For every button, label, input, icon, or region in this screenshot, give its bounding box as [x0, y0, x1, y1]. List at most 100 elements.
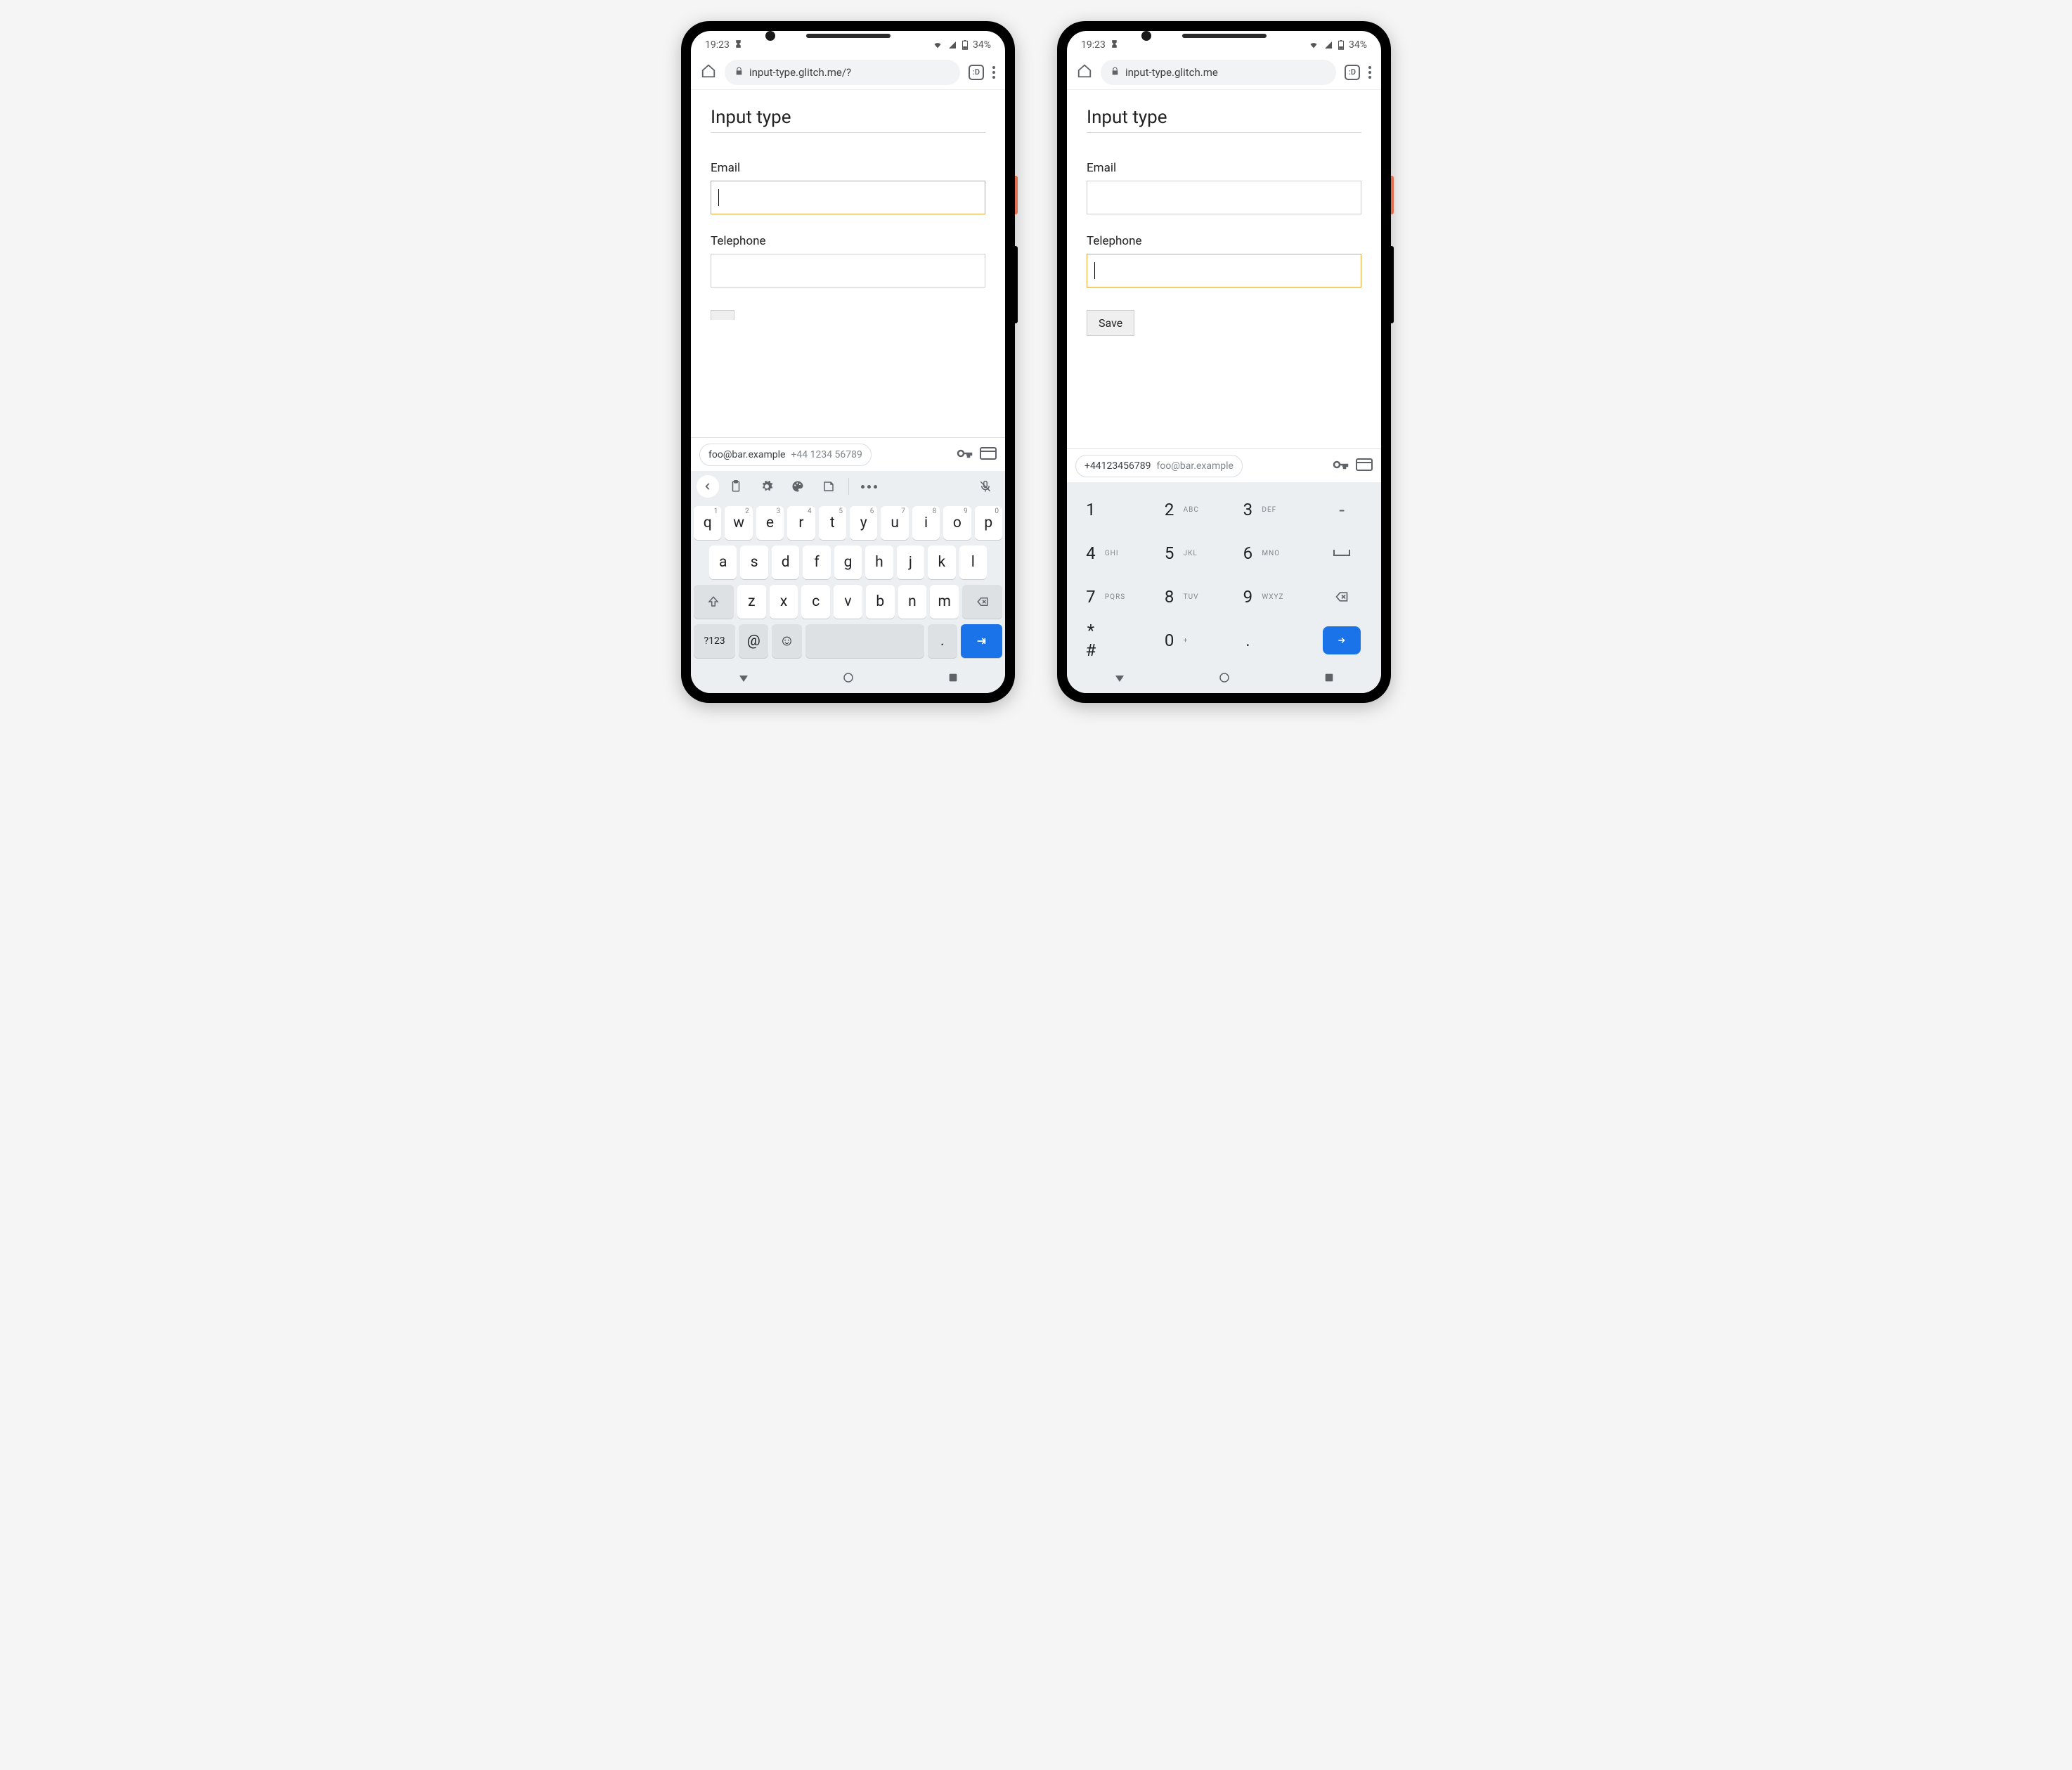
wifi-icon	[1308, 41, 1319, 49]
numkey-1[interactable]: 1	[1067, 489, 1146, 530]
clipboard-icon[interactable]	[722, 474, 750, 499]
backspace-key[interactable]	[962, 585, 1002, 619]
key-n[interactable]: n	[898, 585, 927, 619]
browser-toolbar: input-type.glitch.me :D	[1067, 55, 1381, 90]
enter-key[interactable]	[961, 624, 1002, 658]
key-o[interactable]: o9	[943, 506, 971, 540]
tab-switcher[interactable]: :D	[969, 65, 984, 80]
phone-frame-left: 19:23 34% input-type.glitch.me/? :D	[681, 21, 1015, 703]
numkey-2[interactable]: 2ABC	[1146, 489, 1224, 530]
power-button	[1391, 176, 1394, 214]
emoji-key[interactable]: ☺	[772, 624, 801, 658]
key-t[interactable]: t5	[819, 506, 846, 540]
tab-switcher[interactable]: :D	[1345, 65, 1360, 80]
space-key[interactable]	[1302, 533, 1381, 574]
numkey-8[interactable]: 8TUV	[1146, 576, 1224, 617]
autofill-suggestion[interactable]: +44123456789 foo@bar.example	[1075, 455, 1243, 477]
card-icon[interactable]	[980, 447, 997, 463]
nav-back[interactable]	[737, 671, 750, 687]
telephone-field[interactable]	[1087, 254, 1361, 288]
nav-recent[interactable]	[947, 672, 959, 686]
url-bar[interactable]: input-type.glitch.me/?	[725, 60, 960, 85]
at-key[interactable]: @	[739, 624, 768, 658]
key-f[interactable]: f	[803, 545, 830, 579]
more-icon[interactable]	[855, 474, 883, 499]
key-x[interactable]: x	[770, 585, 798, 619]
palette-icon[interactable]	[784, 474, 812, 499]
key-h[interactable]: h	[865, 545, 893, 579]
key-i[interactable]: i8	[912, 506, 940, 540]
card-icon[interactable]	[1356, 458, 1373, 474]
key-b[interactable]: b	[866, 585, 895, 619]
nav-home[interactable]	[842, 671, 855, 687]
period-key[interactable]: .	[928, 624, 957, 658]
url-text: input-type.glitch.me/?	[749, 66, 851, 79]
chevron-left-icon[interactable]	[697, 475, 719, 498]
key-j[interactable]: j	[897, 545, 924, 579]
power-button	[1015, 176, 1018, 214]
key-q[interactable]: q1	[694, 506, 721, 540]
key-y[interactable]: y6	[850, 506, 877, 540]
email-field[interactable]	[1087, 181, 1361, 214]
key-e[interactable]: e3	[756, 506, 784, 540]
mic-off-icon[interactable]	[971, 474, 999, 499]
key-u[interactable]: u7	[881, 506, 908, 540]
key-d[interactable]: d	[772, 545, 799, 579]
telephone-field[interactable]	[711, 254, 985, 288]
key-icon[interactable]	[1332, 456, 1349, 476]
sticker-icon[interactable]	[815, 474, 843, 499]
numkey-4[interactable]: 4GHI	[1067, 533, 1146, 574]
speaker-grille	[806, 34, 891, 38]
page-title: Input type	[711, 107, 985, 133]
key-r[interactable]: r4	[787, 506, 815, 540]
keyboard-toolbar	[691, 471, 1005, 502]
key-p[interactable]: p0	[975, 506, 1002, 540]
numkey-9[interactable]: 9WXYZ	[1224, 576, 1303, 617]
numkey-6[interactable]: 6MNO	[1224, 533, 1303, 574]
numkey-7[interactable]: 7PQRS	[1067, 576, 1146, 617]
space-key[interactable]	[805, 624, 924, 658]
autofill-strip: foo@bar.example +44 1234 56789	[691, 437, 1005, 471]
symbols-key[interactable]: ?123	[694, 624, 735, 658]
cell-signal-icon	[947, 41, 957, 49]
nav-home[interactable]	[1218, 671, 1231, 687]
key-g[interactable]: g	[834, 545, 862, 579]
gear-icon[interactable]	[753, 474, 781, 499]
key-z[interactable]: z	[737, 585, 766, 619]
hourglass-icon	[1110, 39, 1119, 51]
key-s[interactable]: s	[740, 545, 768, 579]
home-icon[interactable]	[701, 63, 716, 82]
autofill-primary: +44123456789	[1084, 460, 1151, 472]
key-l[interactable]: l	[959, 545, 987, 579]
numkey-0[interactable]: 0+	[1146, 620, 1224, 661]
email-field[interactable]	[711, 181, 985, 214]
overflow-menu[interactable]	[992, 66, 995, 79]
lock-icon	[734, 66, 744, 79]
backspace-key[interactable]	[1302, 576, 1381, 617]
nav-back[interactable]	[1113, 671, 1126, 687]
key-icon[interactable]	[956, 445, 973, 465]
numkey-[interactable]: .	[1224, 620, 1303, 661]
dash-key[interactable]: -	[1302, 489, 1381, 530]
home-icon[interactable]	[1077, 63, 1092, 82]
key-w[interactable]: w2	[725, 506, 752, 540]
save-button[interactable]	[711, 310, 734, 320]
nav-recent[interactable]	[1323, 672, 1335, 686]
next-key[interactable]	[1302, 620, 1381, 661]
url-bar[interactable]: input-type.glitch.me	[1101, 60, 1336, 85]
volume-button	[1391, 246, 1394, 323]
key-a[interactable]: a	[709, 545, 737, 579]
numkey-3[interactable]: 3DEF	[1224, 489, 1303, 530]
key-m[interactable]: m	[930, 585, 959, 619]
shift-key[interactable]	[694, 585, 734, 619]
save-button[interactable]: Save	[1087, 310, 1134, 336]
numkey-5[interactable]: 5JKL	[1146, 533, 1224, 574]
key-v[interactable]: v	[834, 585, 862, 619]
key-c[interactable]: c	[801, 585, 830, 619]
screen: 19:23 34% input-type.glitch.me :D Input …	[1067, 31, 1381, 693]
numkey-[interactable]: * #	[1067, 620, 1146, 661]
autofill-suggestion[interactable]: foo@bar.example +44 1234 56789	[699, 444, 872, 466]
overflow-menu[interactable]	[1368, 66, 1371, 79]
key-k[interactable]: k	[928, 545, 955, 579]
lock-icon	[1111, 66, 1120, 79]
